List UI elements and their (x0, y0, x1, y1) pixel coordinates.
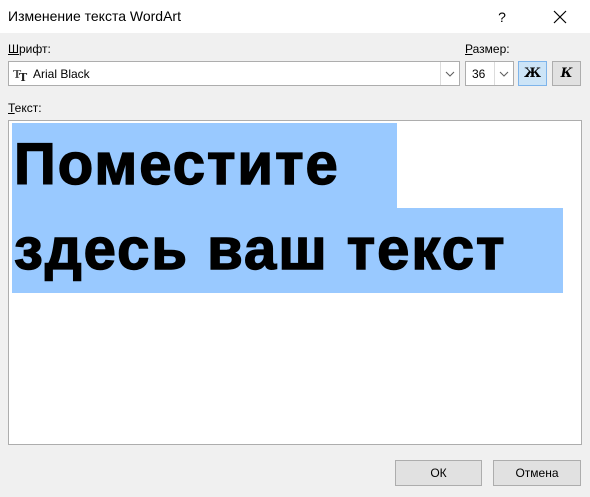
font-dropdown-arrow[interactable] (440, 62, 459, 85)
size-dropdown-arrow[interactable] (494, 62, 513, 85)
chevron-down-icon (499, 71, 509, 77)
bold-button[interactable]: Ж (518, 61, 547, 86)
cancel-button[interactable]: Отмена (493, 460, 581, 486)
font-dropdown[interactable]: T T Arial Black (8, 61, 460, 86)
font-label: Шрифт: (8, 42, 51, 56)
wordart-text-area[interactable]: Поместите здесь ваш текст (8, 120, 582, 445)
italic-button[interactable]: К (552, 61, 581, 86)
size-label: Размер: (465, 42, 510, 56)
size-value: 36 (472, 67, 486, 81)
font-value: Arial Black (33, 67, 90, 81)
text-line-2: здесь ваш текст (12, 208, 563, 293)
text-label: Текст: (8, 101, 42, 115)
title-bar: Изменение текста WordArt ? (0, 0, 590, 33)
chevron-down-icon (445, 71, 455, 77)
truetype-font-icon: T T (13, 68, 28, 81)
text-line-1: Поместите (12, 123, 397, 209)
close-button[interactable] (537, 0, 583, 33)
help-button[interactable]: ? (482, 0, 522, 33)
svg-text:T: T (19, 71, 28, 81)
close-icon (553, 10, 567, 23)
window-title: Изменение текста WordArt (8, 8, 181, 24)
ok-button[interactable]: ОК (395, 460, 482, 486)
size-dropdown[interactable]: 36 (465, 61, 514, 86)
